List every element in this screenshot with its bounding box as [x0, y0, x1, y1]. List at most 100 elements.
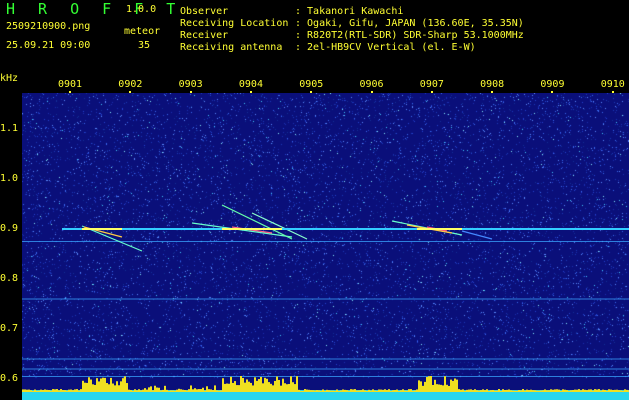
- bottom-band-bar: [192, 389, 194, 392]
- bottom-band-bar: [186, 390, 188, 392]
- bottom-band-bar: [132, 390, 134, 392]
- bottom-band-bar: [198, 389, 200, 392]
- bottom-band-bar: [122, 378, 124, 392]
- bottom-band-bar: [336, 389, 338, 392]
- bottom-band-bar: [118, 385, 120, 392]
- bottom-band-bar: [316, 390, 318, 392]
- bottom-band-bar: [70, 389, 72, 392]
- bottom-band-bar: [130, 390, 132, 392]
- bottom-band-bar: [408, 389, 410, 392]
- bottom-band-bar: [60, 389, 62, 392]
- bottom-band-bar: [320, 390, 322, 392]
- bottom-band-bar: [28, 389, 30, 392]
- bottom-band-bar: [488, 390, 490, 392]
- bottom-band-bar: [108, 384, 110, 392]
- bottom-band-bar: [472, 390, 474, 392]
- bottom-band-bar: [298, 389, 300, 392]
- bottom-band-bar: [162, 389, 164, 392]
- info-label-antenna: Receiving antenna: [180, 42, 283, 53]
- bottom-band-bar: [352, 389, 354, 392]
- bottom-band-bar: [246, 379, 248, 392]
- bottom-band-bar: [378, 389, 380, 392]
- bottom-band-bar: [444, 376, 446, 392]
- bottom-band-bar: [356, 390, 358, 392]
- bottom-band-bar: [572, 390, 574, 392]
- bottom-band-bar: [624, 389, 626, 392]
- bottom-band-bar: [112, 383, 114, 392]
- bottom-band-bar: [272, 385, 274, 392]
- bottom-band-bar: [270, 383, 272, 392]
- bottom-band-bar: [498, 389, 500, 392]
- hrofft-spectrogram-window: H R O F F T 1.0.0 2509210900.png 25.09.2…: [0, 0, 629, 400]
- bottom-band-bar: [474, 389, 476, 392]
- bottom-band-bar: [266, 378, 268, 392]
- bottom-band-bar: [248, 381, 250, 392]
- bottom-band-bar: [38, 390, 40, 392]
- bottom-band-bar: [52, 389, 54, 392]
- bottom-band-bar: [150, 386, 152, 392]
- bottom-band-bar: [128, 389, 130, 392]
- bottom-band-bar: [382, 389, 384, 392]
- bottom-band-bar: [332, 390, 334, 392]
- bottom-band-bar: [426, 376, 428, 392]
- bottom-band-bar: [542, 390, 544, 392]
- bottom-band-bar: [32, 390, 34, 392]
- bottom-band-bar: [390, 390, 392, 392]
- bottom-band-bar: [590, 389, 592, 392]
- bottom-band-bar: [100, 378, 102, 392]
- bottom-band-bar: [324, 390, 326, 392]
- bottom-signal-band: [22, 376, 629, 400]
- bottom-band-bar: [616, 389, 618, 392]
- bottom-band-bar: [254, 377, 256, 392]
- bottom-band-bar: [30, 390, 32, 392]
- bottom-band-bar: [430, 376, 432, 392]
- bottom-band-bar: [470, 389, 472, 392]
- bottom-band-bar: [102, 377, 104, 392]
- bottom-band-bar: [180, 389, 182, 392]
- bottom-band-bar: [288, 383, 290, 392]
- bottom-band-bar: [420, 381, 422, 392]
- x-tick-label: 0909: [540, 79, 565, 90]
- bottom-band-bar: [50, 390, 52, 392]
- bottom-band-bar: [468, 389, 470, 392]
- bottom-band-bar: [548, 390, 550, 392]
- bottom-band-bar: [608, 389, 610, 392]
- bottom-band-bar: [262, 383, 264, 392]
- y-axis-unit-label: kHz: [0, 73, 19, 84]
- bottom-band-bar: [422, 385, 424, 392]
- bottom-band-bar: [520, 390, 522, 392]
- bottom-band-bar: [582, 389, 584, 392]
- info-value-receiver: : R820T2(RTL-SDR) SDR-Sharp 53.1000MHz: [295, 30, 524, 41]
- bottom-band-bar: [614, 389, 616, 392]
- bottom-band-bar: [46, 389, 48, 392]
- bottom-band-bar: [348, 390, 350, 392]
- bottom-band-bar: [74, 389, 76, 392]
- bottom-band-bar: [574, 389, 576, 392]
- meteor-echo-trace: [221, 204, 293, 240]
- info-label-location: Receiving Location: [180, 18, 289, 29]
- bottom-band-bar: [564, 389, 566, 392]
- bottom-band-bar: [596, 389, 598, 392]
- x-tick-label: 0902: [118, 79, 143, 90]
- bottom-band-bar: [306, 389, 308, 392]
- bottom-band-bar: [340, 390, 342, 392]
- bottom-band-bar: [508, 389, 510, 392]
- bottom-band-bar: [404, 390, 406, 392]
- bottom-band-bar: [460, 389, 462, 392]
- bottom-band-bar: [388, 389, 390, 392]
- bottom-band-bar: [586, 390, 588, 392]
- bottom-band-bar: [64, 390, 66, 392]
- bottom-band-bar: [222, 378, 224, 392]
- bottom-band-bar: [396, 389, 398, 392]
- y-tick-label: 1.1: [0, 123, 19, 134]
- bottom-band-bar: [346, 390, 348, 392]
- bottom-band-bar: [44, 389, 46, 392]
- bottom-band-bar: [116, 381, 118, 392]
- bottom-band-bar: [156, 387, 158, 392]
- bottom-band-bar: [190, 385, 192, 392]
- bottom-band-bar: [410, 389, 412, 392]
- bottom-band-bar: [606, 390, 608, 392]
- bottom-band-bar: [556, 389, 558, 392]
- x-tick-label: 0907: [419, 79, 444, 90]
- bottom-band-bar: [492, 389, 494, 392]
